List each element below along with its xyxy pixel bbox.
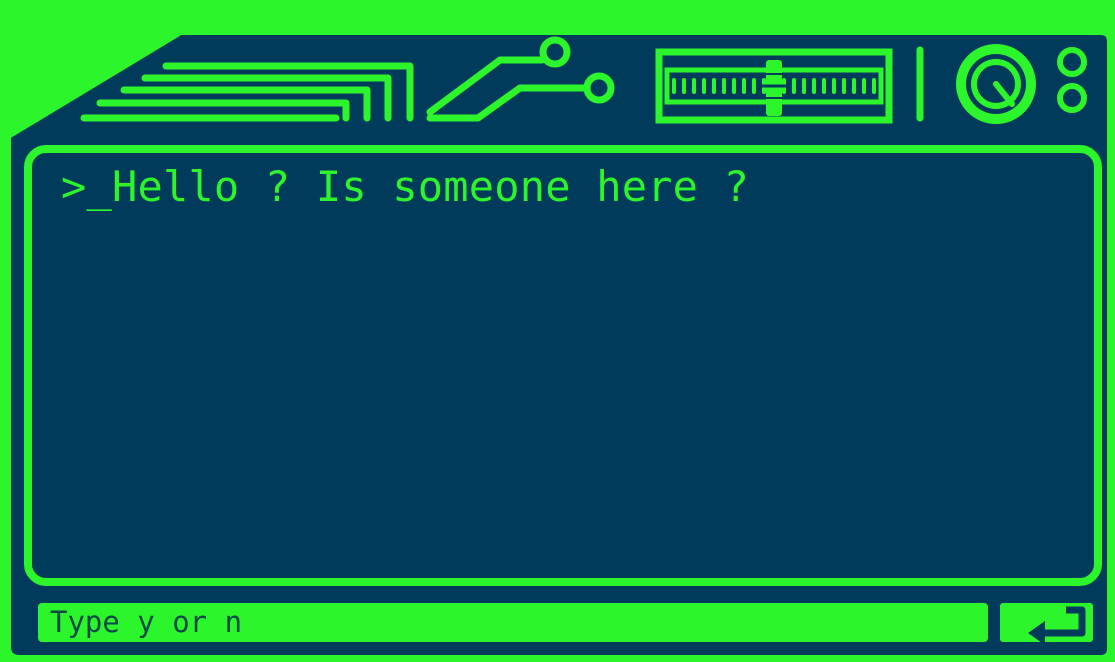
dial-icon <box>956 44 1036 124</box>
slider-icon <box>655 48 893 124</box>
response-input[interactable] <box>38 603 988 642</box>
circuit-icon <box>80 36 615 122</box>
enter-button[interactable] <box>1000 603 1093 642</box>
enter-icon <box>1028 606 1086 642</box>
console-line: >_Hello ? Is someone here ? <box>61 162 750 211</box>
